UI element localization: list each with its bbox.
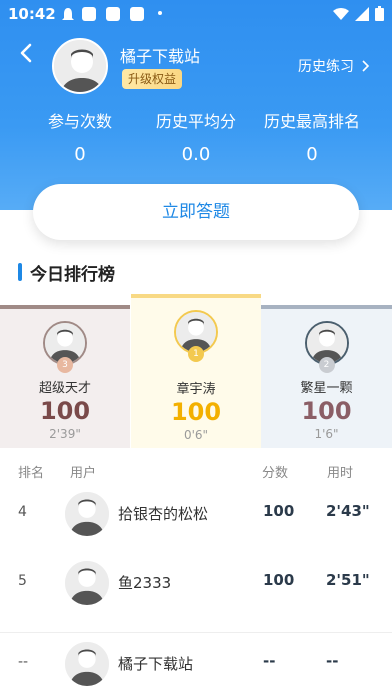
podium-second[interactable]: 2 繁星一颗 100 1'6" xyxy=(261,305,392,448)
row-name: 橘子下载站 xyxy=(118,655,194,673)
stat-value: 0.0 xyxy=(181,144,211,165)
podium-third[interactable]: 3 超级天才 100 2'39" xyxy=(0,305,130,448)
rank-badge: 1 xyxy=(188,346,204,362)
podium-first[interactable]: 1 章宇涛 100 0'6" xyxy=(131,294,261,448)
user-avatar[interactable] xyxy=(52,38,108,94)
row-time: -- xyxy=(326,652,339,670)
default-avatar-icon xyxy=(54,40,106,92)
row-name: 鱼2333 xyxy=(118,574,172,592)
history-practice-link[interactable]: 历史练习 xyxy=(298,56,370,76)
podium-score: 100 xyxy=(39,397,91,425)
row-score: 100 xyxy=(263,502,295,520)
signal-icon xyxy=(355,6,369,21)
podium-time: 0'6" xyxy=(183,428,209,442)
app-icon-1 xyxy=(82,7,96,21)
notification-icon xyxy=(60,7,76,27)
table-row[interactable]: 4 拾银杏的松松 100 2'43" xyxy=(0,484,392,546)
header-user: 用户 xyxy=(70,466,97,481)
row-score: -- xyxy=(263,652,276,670)
section-title-text: 今日排行榜 xyxy=(30,264,115,285)
default-avatar-icon xyxy=(65,642,109,686)
stat-average-score: 历史平均分 0.0 xyxy=(136,108,256,165)
avatar xyxy=(65,492,109,536)
stat-label: 历史最高排名 xyxy=(263,112,360,131)
default-avatar-icon xyxy=(65,561,109,605)
username: 橘子下载站 xyxy=(120,47,201,66)
back-arrow-icon xyxy=(20,43,32,63)
section-title: 今日排行榜 xyxy=(18,261,115,285)
podium-name: 繁星一颗 xyxy=(300,381,353,396)
row-rank: 4 xyxy=(18,504,27,520)
upgrade-badge[interactable]: 升级权益 xyxy=(122,69,183,89)
stat-value: 0 xyxy=(306,144,318,165)
divider xyxy=(0,632,392,633)
rank-badge: 3 xyxy=(57,357,73,373)
podium-time: 2'39" xyxy=(49,427,81,441)
row-score: 100 xyxy=(263,571,295,589)
section-accent-bar xyxy=(18,263,22,281)
podium-score: 100 xyxy=(301,397,352,425)
header-score: 分数 xyxy=(262,466,289,481)
table-row[interactable]: 5 鱼2333 100 2'51" xyxy=(0,553,392,615)
podium-name: 超级天才 xyxy=(38,381,91,396)
stat-label: 参与次数 xyxy=(47,112,112,131)
app-icon-3 xyxy=(130,7,144,21)
status-bar: 10:42 xyxy=(0,0,392,28)
default-avatar-icon xyxy=(65,492,109,536)
row-name: 拾银杏的松松 xyxy=(118,505,209,523)
status-time: 10:42 xyxy=(8,5,56,23)
avatar xyxy=(65,642,109,686)
battery-icon xyxy=(375,6,384,21)
header-rank: 排名 xyxy=(18,466,45,481)
chevron-right-icon xyxy=(362,60,370,72)
wifi-icon xyxy=(333,7,349,20)
start-quiz-button[interactable]: 立即答题 xyxy=(33,184,359,240)
stat-value: 0 xyxy=(74,144,86,165)
row-rank: 5 xyxy=(18,573,27,589)
back-button[interactable] xyxy=(14,40,40,66)
stat-label: 历史平均分 xyxy=(155,112,236,131)
header-banner: 10:42 橘子下载站 升级权益 历史练习 参与次数 0 历史平均分 0.0 历… xyxy=(0,0,392,210)
stat-participation: 参与次数 0 xyxy=(20,108,140,165)
row-time: 2'51" xyxy=(326,571,370,589)
app-icon-2 xyxy=(106,7,120,21)
rank-badge: 2 xyxy=(318,357,335,373)
more-notifications-icon xyxy=(158,11,162,15)
status-indicators xyxy=(333,6,384,21)
podium-name: 章宇涛 xyxy=(176,382,216,397)
self-ranking-row[interactable]: -- 橘子下载站 -- -- xyxy=(0,634,392,696)
podium-score: 100 xyxy=(170,398,222,426)
ranking-table-header: 排名 用户 分数 用时 xyxy=(0,462,392,481)
row-rank: -- xyxy=(18,654,29,670)
podium-time: 1'6" xyxy=(314,427,339,441)
avatar xyxy=(65,561,109,605)
header-time: 用时 xyxy=(327,466,354,481)
row-time: 2'43" xyxy=(326,502,370,520)
history-practice-label: 历史练习 xyxy=(298,59,354,75)
stat-best-rank: 历史最高排名 0 xyxy=(252,108,372,165)
